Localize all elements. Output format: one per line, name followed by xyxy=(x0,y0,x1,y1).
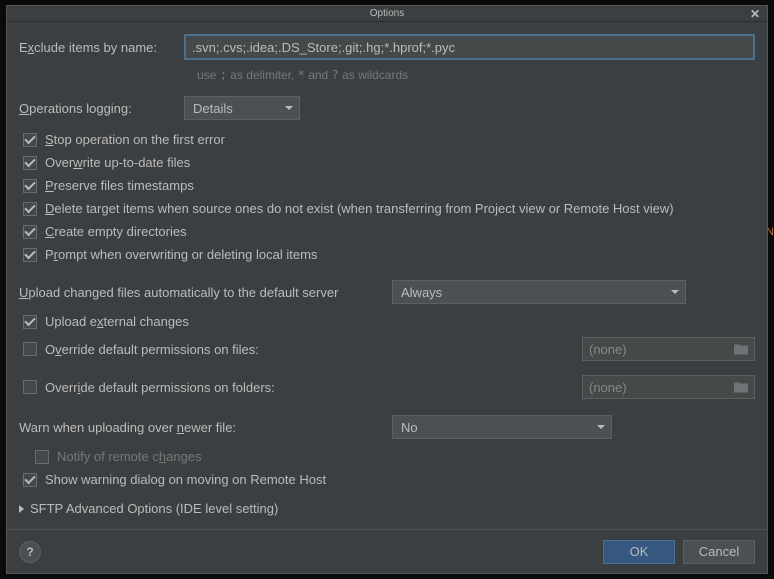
folder-icon[interactable] xyxy=(734,344,748,355)
ops-logging-label: Operations logging: xyxy=(19,101,184,116)
chevron-down-icon xyxy=(671,290,679,294)
upload-value: Always xyxy=(401,285,442,300)
checkbox-icon[interactable] xyxy=(23,179,37,193)
perm-folders-input[interactable]: (none) xyxy=(582,375,755,399)
exclude-input[interactable] xyxy=(184,34,755,60)
exclude-hint: use ; as delimiter, * and ? as wildcards xyxy=(197,68,755,82)
cb-overwrite-row[interactable]: Overwrite up-to-date files xyxy=(19,151,755,174)
cb-prompt-row[interactable]: Prompt when overwriting or deleting loca… xyxy=(19,243,755,266)
cb-stop-row[interactable]: Stop operation on the first error xyxy=(19,128,755,151)
checkbox-icon[interactable] xyxy=(23,133,37,147)
cb-perm-files-row: Override default permissions on files: (… xyxy=(19,333,755,365)
cb-create-row[interactable]: Create empty directories xyxy=(19,220,755,243)
ops-logging-value: Details xyxy=(193,101,233,116)
cb-external-label: Upload external changes xyxy=(45,314,189,329)
titlebar: Options ✕ xyxy=(7,6,767,22)
upload-row: Upload changed files automatically to th… xyxy=(19,274,755,310)
upload-select[interactable]: Always xyxy=(392,280,686,304)
warn-select[interactable]: No xyxy=(392,415,612,439)
checkbox-icon[interactable] xyxy=(23,380,37,394)
checkbox-icon[interactable] xyxy=(23,315,37,329)
help-icon: ? xyxy=(26,545,33,559)
cb-prompt-label: Prompt when overwriting or deleting loca… xyxy=(45,247,317,262)
cb-overwrite-label: Overwrite up-to-date files xyxy=(45,155,190,170)
checkbox-icon xyxy=(35,450,49,464)
ops-logging-select[interactable]: Details xyxy=(184,96,300,120)
cb-delete-row[interactable]: Delete target items when source ones do … xyxy=(19,197,755,220)
cb-notify-row: Notify of remote changes xyxy=(19,445,755,468)
help-button[interactable]: ? xyxy=(19,541,41,563)
exclude-label: Exclude items by name: xyxy=(19,40,184,55)
bottom-bar: ? OK Cancel xyxy=(7,529,767,573)
upload-label: Upload changed files automatically to th… xyxy=(19,285,392,300)
cb-external-row[interactable]: Upload external changes xyxy=(19,310,755,333)
cb-showwarn-row[interactable]: Show warning dialog on moving on Remote … xyxy=(19,468,755,491)
sftp-advanced-label: SFTP Advanced Options (IDE level setting… xyxy=(30,501,278,516)
chevron-down-icon xyxy=(285,106,293,110)
cancel-button[interactable]: Cancel xyxy=(683,540,755,564)
options-dialog: Options ✕ Exclude items by name: use ; a… xyxy=(6,5,768,574)
warn-value: No xyxy=(401,420,418,435)
sftp-advanced-expander[interactable]: SFTP Advanced Options (IDE level setting… xyxy=(19,491,755,522)
cb-showwarn-label: Show warning dialog on moving on Remote … xyxy=(45,472,326,487)
exclude-row: Exclude items by name: xyxy=(19,34,755,60)
close-icon[interactable]: ✕ xyxy=(747,6,763,22)
dialog-title: Options xyxy=(370,8,404,19)
cb-perm-folders-row: Override default permissions on folders:… xyxy=(19,371,755,403)
checkbox-icon[interactable] xyxy=(23,156,37,170)
perm-files-value: (none) xyxy=(589,342,627,357)
checkbox-icon[interactable] xyxy=(23,248,37,262)
checkbox-icon[interactable] xyxy=(23,473,37,487)
warn-row: Warn when uploading over newer file: No xyxy=(19,409,755,445)
chevron-down-icon xyxy=(597,425,605,429)
cb-create-label: Create empty directories xyxy=(45,224,187,239)
cb-preserve-label: Preserve files timestamps xyxy=(45,178,194,193)
ok-button[interactable]: OK xyxy=(603,540,675,564)
checkbox-icon[interactable] xyxy=(23,225,37,239)
ops-logging-row: Operations logging: Details xyxy=(19,96,755,120)
folder-icon[interactable] xyxy=(734,382,748,393)
perm-folders-value: (none) xyxy=(589,380,627,395)
perm-files-input[interactable]: (none) xyxy=(582,337,755,361)
checkbox-icon[interactable] xyxy=(23,202,37,216)
dialog-content: Exclude items by name: use ; as delimite… xyxy=(7,22,767,522)
cb-notify-label: Notify of remote changes xyxy=(57,449,202,464)
cb-stop-label: Stop operation on the first error xyxy=(45,132,225,147)
chevron-right-icon xyxy=(19,505,24,513)
cb-perm-folders-label: Override default permissions on folders: xyxy=(45,380,494,395)
cb-perm-files-label: Override default permissions on files: xyxy=(45,342,476,357)
cb-preserve-row[interactable]: Preserve files timestamps xyxy=(19,174,755,197)
checkbox-icon[interactable] xyxy=(23,342,37,356)
cb-delete-label: Delete target items when source ones do … xyxy=(45,201,674,216)
warn-label: Warn when uploading over newer file: xyxy=(19,420,392,435)
